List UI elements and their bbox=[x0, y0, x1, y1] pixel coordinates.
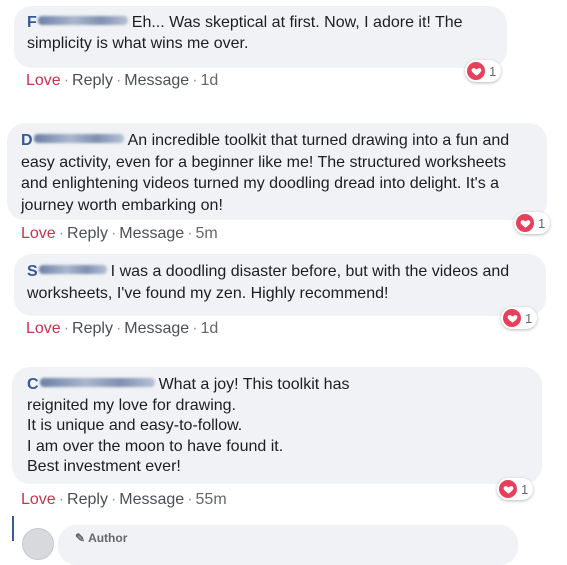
reaction-count: 1 bbox=[521, 481, 529, 497]
author-label: Author bbox=[88, 531, 128, 545]
comment-bubble: F Eh... Was skeptical at first. Now, I ad… bbox=[14, 6, 507, 68]
avatar[interactable] bbox=[22, 528, 54, 560]
timestamp[interactable]: 1d bbox=[201, 72, 219, 89]
message-link[interactable]: Message bbox=[124, 320, 189, 337]
reaction-count: 1 bbox=[538, 215, 546, 231]
reply-thread-line bbox=[12, 516, 14, 541]
reaction-count: 1 bbox=[525, 310, 533, 326]
comment-bubble: SI was a doodling disaster before, but w… bbox=[14, 254, 546, 316]
comment-actions: Love · Reply · Message · 1d bbox=[26, 320, 219, 337]
commenter-name[interactable]: S bbox=[27, 261, 107, 283]
love-link[interactable]: Love bbox=[21, 491, 56, 508]
comment-text-line: I am over the moon to have found it. bbox=[27, 437, 284, 455]
reaction-count: 1 bbox=[489, 63, 497, 79]
heart-icon bbox=[516, 214, 534, 232]
reaction-badge[interactable]: 1 bbox=[501, 307, 538, 329]
comment-bubble: C What a joy! This toolkit has reignited … bbox=[12, 367, 542, 484]
message-link[interactable]: Message bbox=[124, 72, 189, 89]
love-link[interactable]: Love bbox=[26, 320, 61, 337]
heart-icon bbox=[499, 480, 517, 498]
commenter-name[interactable]: F bbox=[27, 13, 128, 34]
reaction-badge[interactable]: 1 bbox=[514, 212, 551, 234]
commenter-name[interactable]: D bbox=[21, 130, 124, 152]
comment-actions: Love · Reply · Message · 5m bbox=[21, 225, 218, 242]
pencil-icon: ✎ bbox=[75, 531, 86, 545]
message-link[interactable]: Message bbox=[119, 225, 184, 242]
reaction-badge[interactable]: 1 bbox=[465, 60, 502, 82]
timestamp[interactable]: 1d bbox=[201, 320, 219, 337]
comment-actions: Love · Reply · Message · 1d bbox=[26, 72, 219, 89]
comment-text-line: It is unique and easy-to-follow. bbox=[27, 417, 243, 434]
reply-link[interactable]: Reply bbox=[67, 225, 108, 242]
love-link[interactable]: Love bbox=[26, 72, 61, 89]
reaction-badge[interactable]: 1 bbox=[497, 478, 534, 500]
heart-icon bbox=[467, 62, 485, 80]
love-link[interactable]: Love bbox=[21, 225, 56, 242]
comment-bubble: D An incredible toolkit that turned drawi… bbox=[7, 123, 547, 220]
reply-link[interactable]: Reply bbox=[67, 491, 108, 508]
comment-actions: Love · Reply · Message · 55m bbox=[21, 491, 227, 508]
reply-link[interactable]: Reply bbox=[72, 320, 113, 337]
reply-link[interactable]: Reply bbox=[72, 72, 113, 89]
comment-text-line: Best investment ever! bbox=[27, 458, 181, 475]
heart-icon bbox=[503, 309, 521, 327]
author-badge: ✎ Author bbox=[75, 531, 127, 545]
timestamp[interactable]: 55m bbox=[196, 491, 227, 508]
timestamp[interactable]: 5m bbox=[196, 225, 218, 242]
message-link[interactable]: Message bbox=[119, 491, 184, 508]
commenter-name[interactable]: C bbox=[27, 375, 155, 396]
